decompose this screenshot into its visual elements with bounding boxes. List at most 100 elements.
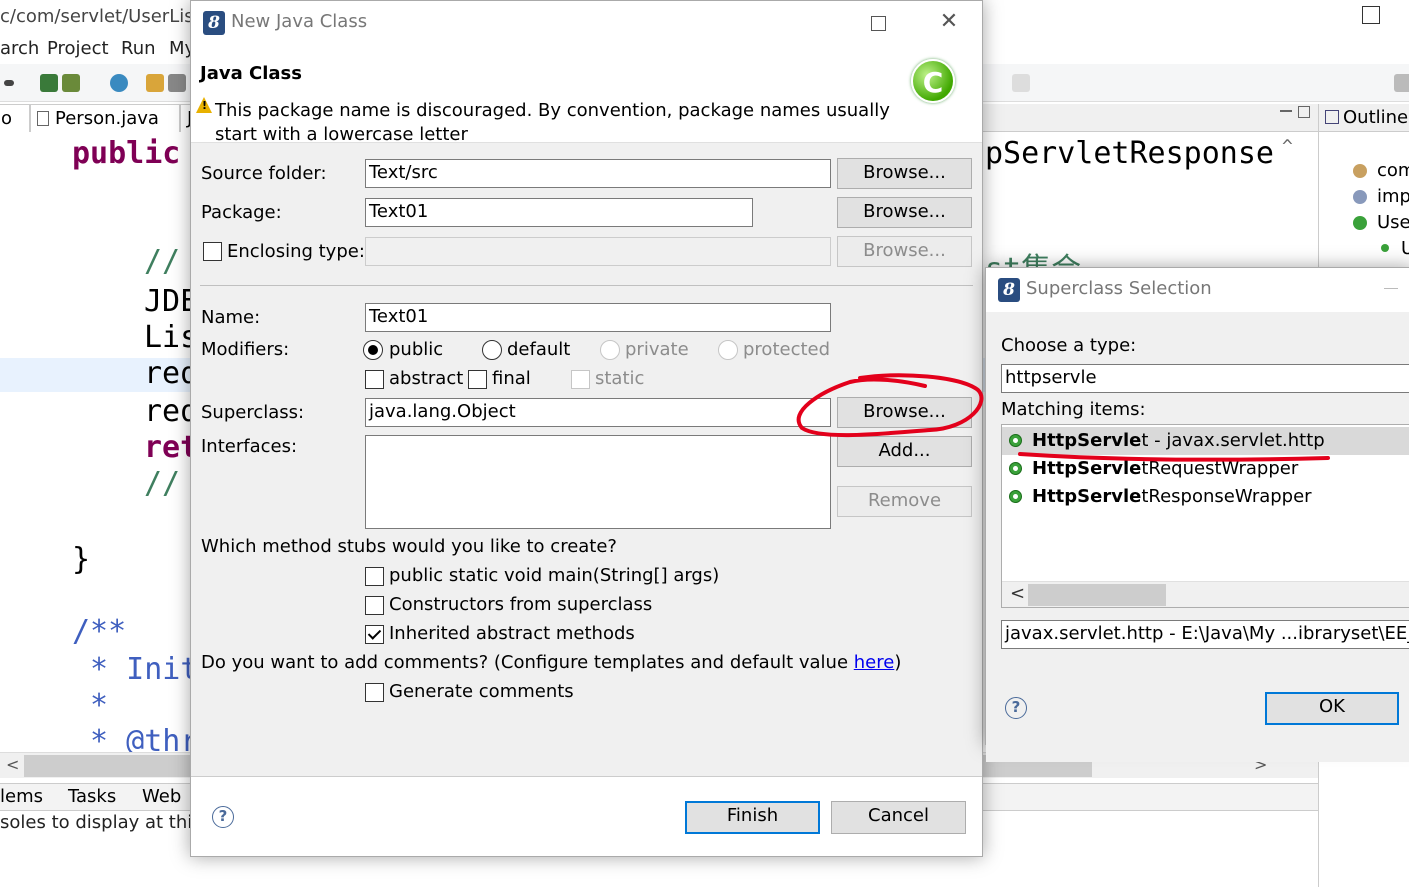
protected-radio[interactable] [718, 340, 738, 360]
match-rest: t - javax.servlet.http [1141, 430, 1325, 451]
class-icon [1009, 462, 1022, 475]
type-filter-input[interactable]: httpservle [1001, 364, 1409, 393]
close-icon: ✕ [939, 9, 959, 34]
editor-tab-prev[interactable]: o [0, 104, 30, 132]
match-rest: tRequestWrapper [1141, 458, 1299, 479]
help-icon[interactable]: ? [212, 806, 234, 828]
imports-icon [1353, 190, 1367, 204]
cancel-button[interactable]: Cancel [831, 801, 966, 834]
list-item-label: HttpServletRequestWrapper [1032, 458, 1298, 479]
minimize-icon[interactable] [1280, 110, 1292, 112]
maximize-icon[interactable] [1298, 106, 1310, 118]
comments-question: Do you want to add comments? (Configure … [201, 652, 901, 673]
package-field[interactable]: Text01 [365, 198, 753, 227]
private-label: private [625, 339, 689, 360]
close-button[interactable]: ✕ [929, 9, 969, 37]
static-checkbox[interactable] [571, 370, 590, 389]
warning-message: This package name is discouraged. By con… [215, 100, 890, 145]
class-icon [1009, 434, 1022, 447]
collapse-arrow-icon[interactable]: ^ [1282, 136, 1293, 157]
code-line: pServletResponse [985, 136, 1274, 171]
inherited-abstract-checkbox[interactable] [365, 625, 384, 644]
scroll-left-icon[interactable]: < [1010, 583, 1025, 604]
help-icon[interactable]: ? [1005, 697, 1027, 719]
perspective-icon[interactable] [1394, 74, 1409, 92]
private-radio[interactable] [600, 340, 620, 360]
ok-button[interactable]: OK [1265, 692, 1399, 725]
menu-project[interactable]: Project [47, 38, 109, 59]
enclosing-type-label: Enclosing type: [227, 241, 365, 262]
match-highlight: HttpServle [1032, 458, 1142, 479]
outline-item[interactable]: com [1377, 160, 1409, 181]
enclosing-type-checkbox[interactable] [203, 242, 222, 261]
eclipse-maximize-button[interactable] [1362, 6, 1380, 24]
interfaces-label: Interfaces: [201, 436, 298, 457]
interfaces-list[interactable] [365, 435, 831, 529]
package-label: Package: [201, 202, 282, 223]
outline-item[interactable]: Use [1377, 212, 1409, 233]
search-tool-icon[interactable] [168, 74, 186, 92]
package-icon[interactable] [40, 74, 58, 92]
name-field[interactable]: Text01 [365, 303, 831, 332]
main-method-label: public static void main(String[] args) [389, 565, 720, 586]
package-browse-button[interactable]: Browse... [837, 197, 972, 228]
comments-question-end: ) [894, 652, 902, 673]
dialog-title-bar: 8 Superclass Selection [986, 268, 1409, 312]
tab-problems[interactable]: lems [0, 786, 43, 807]
new-file-icon[interactable] [62, 74, 80, 92]
eclipse-title-text: c/com/servlet/UserList [0, 6, 201, 27]
menu-search[interactable]: arch [0, 38, 39, 59]
forward-icon[interactable] [1012, 74, 1030, 92]
superclass-browse-button[interactable]: Browse... [837, 397, 972, 428]
public-radio[interactable] [363, 340, 383, 360]
list-horizontal-scrollbar[interactable]: < [1002, 581, 1409, 607]
final-checkbox[interactable] [468, 370, 487, 389]
matching-items-list[interactable]: HttpServlet - javax.servlet.http HttpSer… [1001, 424, 1409, 608]
constructors-checkbox[interactable] [365, 596, 384, 615]
enclosing-type-browse-button[interactable]: Browse... [837, 236, 972, 267]
wizard-header: Java Class This package name is discoura… [191, 45, 982, 145]
outline-title[interactable]: Outline [1343, 107, 1408, 128]
maximize-button[interactable] [858, 9, 898, 37]
comments-question-text: Do you want to add comments? (Configure … [201, 652, 854, 673]
web-icon[interactable] [110, 74, 128, 92]
finish-button[interactable]: Finish [685, 801, 820, 834]
outline-item[interactable]: imp [1377, 186, 1409, 207]
constructor-icon [1381, 244, 1389, 252]
superclass-selection-dialog: 8 Superclass Selection Choose a type: ht… [985, 267, 1409, 762]
source-folder-browse-button[interactable]: Browse... [837, 158, 972, 189]
superclass-field[interactable]: java.lang.Object [365, 398, 831, 427]
java-file-icon [37, 111, 49, 126]
generate-comments-label: Generate comments [389, 681, 574, 702]
wizard-body: Source folder: Text/src Browse... Packag… [191, 143, 982, 777]
java-class-logo-icon: C [911, 59, 955, 103]
menu-run[interactable]: Run [121, 38, 156, 59]
tab-web[interactable]: Web [142, 786, 181, 807]
package-declaration-icon [1353, 164, 1367, 178]
outline-icon [1325, 110, 1339, 124]
matching-items-label: Matching items: [1001, 399, 1146, 420]
add-interface-button[interactable]: Add... [837, 436, 972, 467]
list-item[interactable]: HttpServlet - javax.servlet.http [1002, 427, 1409, 455]
list-item[interactable]: HttpServletResponseWrapper [1002, 483, 1409, 511]
default-radio[interactable] [482, 340, 502, 360]
scroll-left-icon[interactable]: < [6, 755, 19, 774]
tab-tasks[interactable]: Tasks [68, 786, 116, 807]
main-method-checkbox[interactable] [365, 567, 384, 586]
remove-interface-button[interactable]: Remove [837, 486, 972, 517]
list-item[interactable]: HttpServletRequestWrapper [1002, 455, 1409, 483]
dropdown-icon[interactable] [4, 80, 14, 86]
open-folder-icon[interactable] [146, 74, 164, 92]
list-item-label: HttpServlet - javax.servlet.http [1032, 430, 1325, 451]
scroll-thumb[interactable] [1028, 584, 1166, 606]
configure-templates-link[interactable]: here [854, 652, 895, 673]
footer-separator [191, 776, 982, 777]
source-folder-field[interactable]: Text/src [365, 159, 831, 188]
generate-comments-checkbox[interactable] [365, 683, 384, 702]
outline-item[interactable]: U [1401, 238, 1409, 259]
editor-tab-person[interactable]: Person.java [30, 104, 180, 132]
abstract-checkbox[interactable] [365, 370, 384, 389]
enclosing-type-field[interactable] [365, 237, 831, 266]
editor-tab-label: o [1, 108, 13, 129]
minimize-icon[interactable] [1384, 288, 1398, 289]
